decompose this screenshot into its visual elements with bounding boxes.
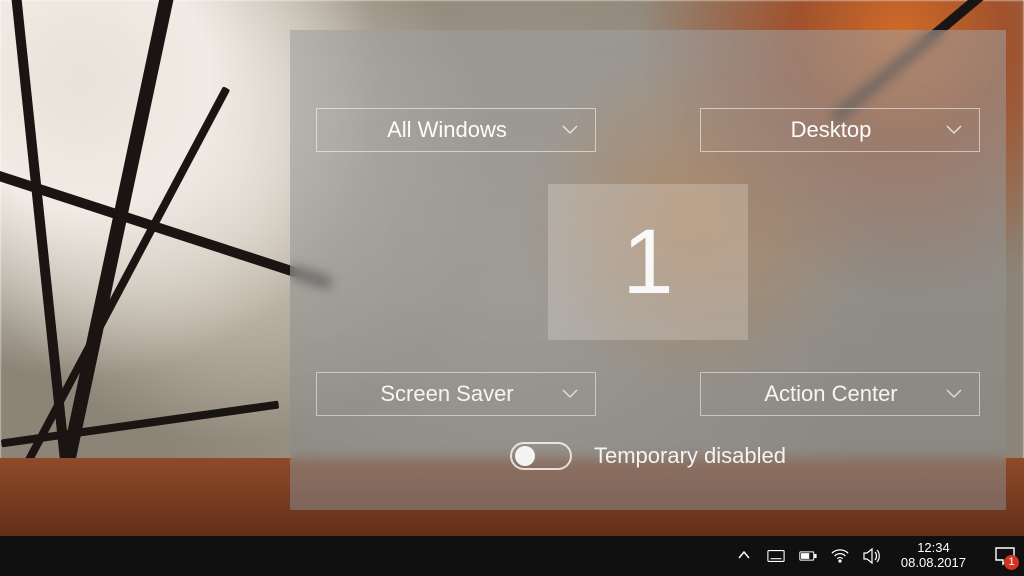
clock-date: 08.08.2017 bbox=[901, 556, 966, 571]
temporary-disable-row: Temporary disabled bbox=[290, 442, 1006, 470]
corner-select-bottom-left[interactable]: Screen Saver bbox=[316, 372, 596, 416]
hotcorners-panel: All Windows Desktop 1 Screen Saver Actio… bbox=[290, 30, 1006, 510]
corner-select-label: All Windows bbox=[333, 117, 561, 143]
keyboard-touch-icon[interactable] bbox=[767, 547, 785, 565]
chevron-down-icon bbox=[945, 121, 963, 139]
volume-icon[interactable] bbox=[863, 547, 881, 565]
battery-icon[interactable] bbox=[799, 547, 817, 565]
virtual-desktop-tile[interactable]: 1 bbox=[548, 184, 748, 340]
corner-select-bottom-right[interactable]: Action Center bbox=[700, 372, 980, 416]
action-center-icon[interactable]: 1 bbox=[992, 543, 1018, 569]
chevron-down-icon bbox=[561, 121, 579, 139]
corner-select-label: Action Center bbox=[717, 381, 945, 407]
wifi-icon[interactable] bbox=[831, 547, 849, 565]
chevron-down-icon bbox=[945, 385, 963, 403]
system-tray: 12:34 08.08.2017 1 bbox=[735, 541, 1024, 571]
temporary-disable-toggle[interactable] bbox=[510, 442, 572, 470]
virtual-desktop-number: 1 bbox=[622, 210, 673, 315]
temporary-disable-label: Temporary disabled bbox=[594, 443, 786, 469]
notification-badge: 1 bbox=[1004, 555, 1019, 570]
corner-select-top-right[interactable]: Desktop bbox=[700, 108, 980, 152]
clock-time: 12:34 bbox=[917, 541, 950, 556]
chevron-down-icon bbox=[561, 385, 579, 403]
corner-select-top-left[interactable]: All Windows bbox=[316, 108, 596, 152]
tray-overflow-icon[interactable] bbox=[735, 547, 753, 565]
corner-select-label: Desktop bbox=[717, 117, 945, 143]
toggle-knob bbox=[515, 446, 535, 466]
taskbar-clock[interactable]: 12:34 08.08.2017 bbox=[895, 541, 972, 571]
taskbar: 12:34 08.08.2017 1 bbox=[0, 536, 1024, 576]
corner-select-label: Screen Saver bbox=[333, 381, 561, 407]
